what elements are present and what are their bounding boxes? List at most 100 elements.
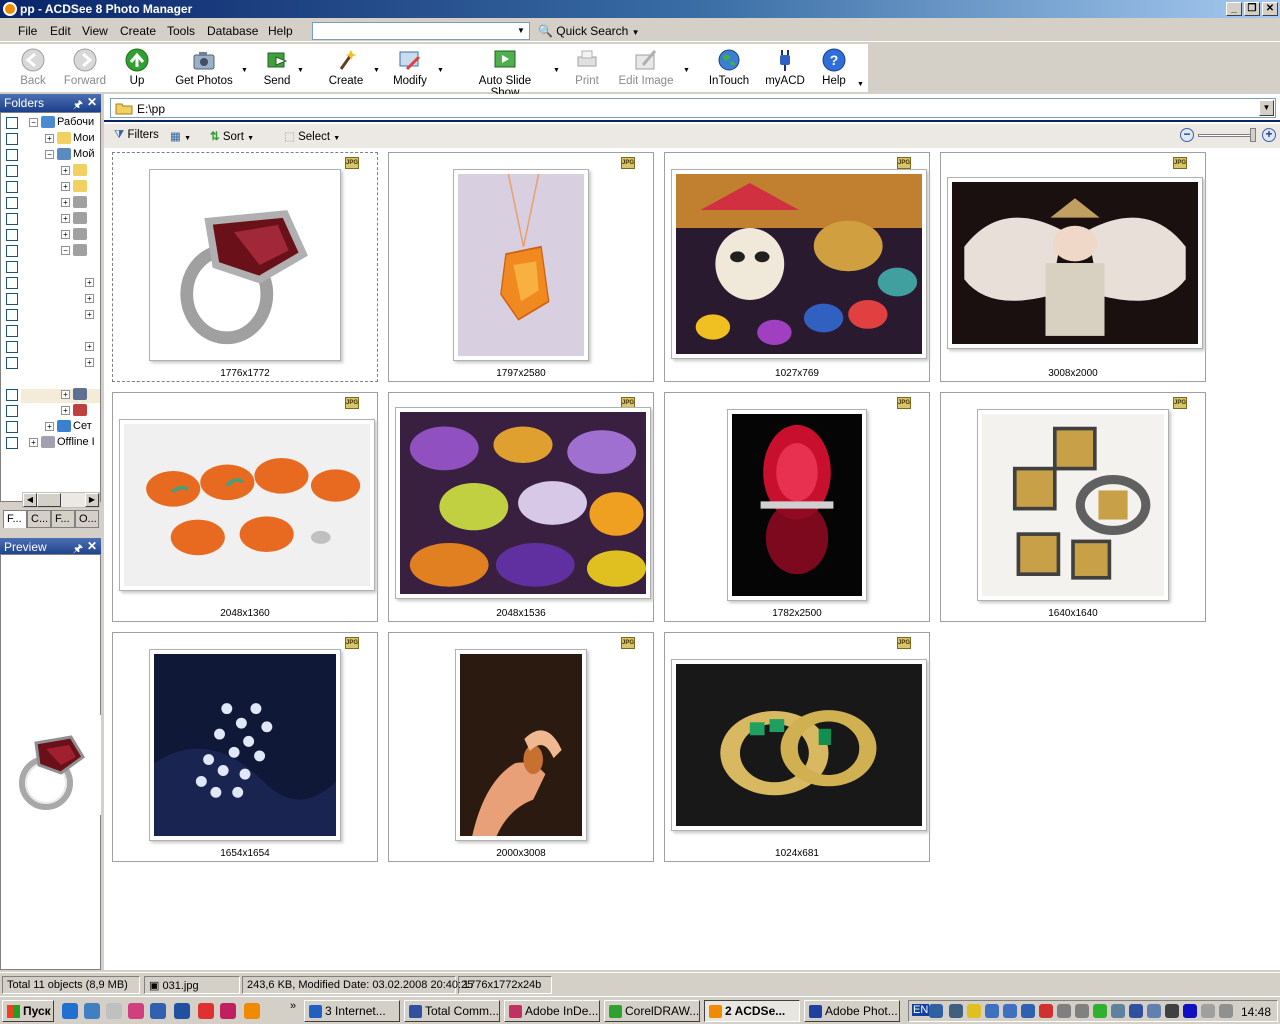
- print-button[interactable]: Print: [571, 47, 603, 87]
- menu-file[interactable]: File: [18, 24, 37, 38]
- tray-icon[interactable]: [1075, 1004, 1089, 1018]
- thumbnail-item[interactable]: JPG 2000x3008: [388, 632, 654, 862]
- ie-icon[interactable]: [62, 1003, 78, 1019]
- menu-view[interactable]: View: [82, 24, 108, 38]
- chevron-down-icon[interactable]: ▼: [683, 67, 690, 74]
- thumbnail-item[interactable]: JPG 1654x1654: [112, 632, 378, 862]
- shield-icon[interactable]: [967, 1004, 981, 1018]
- tree-item[interactable]: −: [1, 243, 100, 259]
- myacd-button[interactable]: myACD: [763, 47, 807, 87]
- help-button[interactable]: ? Help: [817, 47, 851, 87]
- thumbnail-item[interactable]: JPG 2048x1360: [112, 392, 378, 622]
- expand-icon[interactable]: +: [29, 438, 38, 447]
- tray-icon[interactable]: [1129, 1004, 1143, 1018]
- restore-button[interactable]: ❐: [1244, 2, 1260, 16]
- tray-icon[interactable]: [1111, 1004, 1125, 1018]
- expand-icon[interactable]: +: [61, 214, 70, 223]
- tree-item[interactable]: + Сет: [1, 419, 100, 435]
- app-icon[interactable]: [220, 1003, 236, 1019]
- tree-checkbox[interactable]: [6, 421, 18, 433]
- tree-checkbox[interactable]: [6, 165, 18, 177]
- close-button[interactable]: ✕: [1262, 2, 1278, 16]
- chevron-down-icon[interactable]: ▼: [437, 67, 444, 74]
- tree-checkbox[interactable]: [6, 309, 18, 321]
- tree-item[interactable]: +: [1, 195, 100, 211]
- tree-item[interactable]: +: [1, 163, 100, 179]
- tree-item[interactable]: + Offline I: [1, 435, 100, 451]
- tray-icon[interactable]: [1201, 1004, 1215, 1018]
- taskbar-task-button[interactable]: CorelDRAW...: [604, 1000, 700, 1022]
- tree-checkbox[interactable]: [6, 117, 18, 129]
- view-mode-button[interactable]: ▦ ▼: [170, 129, 191, 143]
- tray-icon[interactable]: [1021, 1004, 1035, 1018]
- expand-icon[interactable]: +: [85, 310, 94, 319]
- tree-checkbox[interactable]: [6, 181, 18, 193]
- tree-item[interactable]: [1, 259, 100, 275]
- thumbnail-item[interactable]: JPG 1776x1772: [112, 152, 378, 382]
- minimize-button[interactable]: _: [1226, 2, 1242, 16]
- thumbnail-item[interactable]: JPG 1027x769: [664, 152, 930, 382]
- expand-icon[interactable]: +: [85, 278, 94, 287]
- get-photos-button[interactable]: Get Photos: [173, 47, 235, 87]
- up-button[interactable]: Up: [119, 47, 155, 87]
- chevron-down-icon[interactable]: ▼: [553, 67, 560, 74]
- collapse-icon[interactable]: −: [61, 246, 70, 255]
- acdsee-icon[interactable]: [244, 1003, 260, 1019]
- expand-icon[interactable]: +: [85, 294, 94, 303]
- app-icon[interactable]: [128, 1003, 144, 1019]
- network-icon[interactable]: [1003, 1004, 1017, 1018]
- back-button[interactable]: Back: [15, 47, 51, 87]
- chevron-down-icon[interactable]: ▼: [373, 67, 380, 74]
- tree-item[interactable]: +: [1, 211, 100, 227]
- auto-slide-show-button[interactable]: Auto Slide Show: [463, 47, 547, 99]
- language-indicator[interactable]: EN: [912, 1004, 930, 1016]
- taskbar-task-button[interactable]: Total Comm...: [404, 1000, 500, 1022]
- tree-item[interactable]: +: [1, 307, 100, 323]
- collapse-icon[interactable]: −: [45, 150, 54, 159]
- scrollbar-thumb[interactable]: [37, 493, 61, 507]
- tab-calendar[interactable]: C...: [27, 510, 51, 528]
- tab-folders[interactable]: F...: [3, 510, 27, 528]
- quicklaunch-overflow-icon[interactable]: »: [290, 1000, 296, 1012]
- menu-database[interactable]: Database: [207, 24, 258, 38]
- taskbar-task-button[interactable]: 2 ACDSe...: [704, 1000, 800, 1022]
- start-button[interactable]: Пуск: [2, 1000, 54, 1022]
- thumbnail-item[interactable]: JPG 2048x1536: [388, 392, 654, 622]
- modify-button[interactable]: Modify: [389, 47, 431, 87]
- tree-item[interactable]: +: [1, 403, 100, 419]
- media-icon[interactable]: [1183, 1004, 1197, 1018]
- tree-item[interactable]: [1, 323, 100, 339]
- chevron-down-icon[interactable]: ▼: [857, 81, 864, 88]
- close-icon[interactable]: ✕: [87, 539, 97, 553]
- tray-icon[interactable]: [949, 1004, 963, 1018]
- scroll-left-icon[interactable]: ◀: [23, 493, 37, 507]
- tray-icon[interactable]: [929, 1004, 943, 1018]
- tree-checkbox[interactable]: [6, 405, 18, 417]
- tray-icon[interactable]: [1093, 1004, 1107, 1018]
- tray-icon[interactable]: [1057, 1004, 1071, 1018]
- tree-item[interactable]: + Мои: [1, 131, 100, 147]
- tree-checkbox[interactable]: [6, 293, 18, 305]
- chevron-down-icon[interactable]: ▼: [1259, 100, 1274, 116]
- select-button[interactable]: ⬚ Select ▼: [284, 129, 340, 143]
- tree-checkbox[interactable]: [6, 133, 18, 145]
- tree-checkbox[interactable]: [6, 213, 18, 225]
- outlook-icon[interactable]: [84, 1003, 100, 1019]
- word-icon[interactable]: [174, 1003, 190, 1019]
- sort-button[interactable]: ⇅ Sort ▼: [210, 129, 254, 143]
- tree-item[interactable]: +: [1, 275, 100, 291]
- app-icon[interactable]: [150, 1003, 166, 1019]
- expand-icon[interactable]: +: [61, 182, 70, 191]
- tree-checkbox[interactable]: [6, 389, 18, 401]
- menu-tools[interactable]: Tools: [167, 24, 195, 38]
- zoom-out-icon[interactable]: −: [1180, 128, 1194, 142]
- chevron-down-icon[interactable]: ▼: [297, 67, 304, 74]
- scroll-right-icon[interactable]: ▶: [85, 493, 99, 507]
- tree-item[interactable]: +: [1, 355, 100, 371]
- expand-icon[interactable]: +: [85, 342, 94, 351]
- tree-checkbox[interactable]: [6, 229, 18, 241]
- tree-checkbox[interactable]: [6, 357, 18, 369]
- tree-item[interactable]: − Рабочи: [1, 115, 100, 131]
- chevron-down-icon[interactable]: ▼: [515, 25, 527, 37]
- menu-create[interactable]: Create: [120, 24, 156, 38]
